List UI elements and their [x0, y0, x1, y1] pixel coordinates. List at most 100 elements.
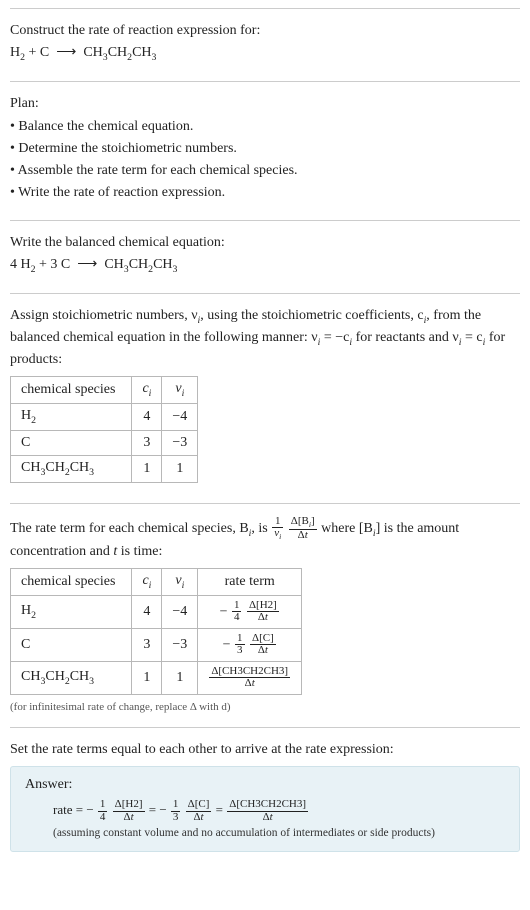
cell-species: C	[11, 430, 132, 455]
cell-vi: −4	[162, 404, 198, 431]
answer-assumption: (assuming constant volume and no accumul…	[53, 827, 505, 839]
cell-ci: 3	[132, 430, 162, 455]
stoich-section: Assign stoichiometric numbers, νi, using…	[10, 293, 520, 503]
num: Δ[Bi]	[289, 516, 317, 530]
den: Δt	[247, 612, 279, 624]
fraction: Δ[CH3CH2CH3]Δt	[209, 666, 290, 690]
table-row: CH3CH2CH3 1 1	[11, 455, 198, 482]
cell-species: H2	[11, 595, 132, 628]
col-rate: rate term	[198, 568, 302, 595]
answer-box: Answer: rate = − 14 Δ[H2]Δt = − 13 Δ[C]Δ…	[10, 766, 520, 852]
cell-species: H2	[11, 404, 132, 431]
cell-ci: 1	[132, 661, 162, 694]
text: The rate term for each chemical species,…	[10, 521, 249, 536]
den: 4	[98, 812, 108, 824]
cell-species: CH3CH2CH3	[11, 455, 132, 482]
stoich-table: chemical species ci νi H2 4 −4 C 3 −3 CH…	[10, 376, 198, 482]
col-species: chemical species	[11, 377, 132, 404]
fraction: 14	[232, 600, 242, 624]
neg: −	[220, 604, 228, 619]
plan-item: Balance the chemical equation.	[10, 117, 520, 137]
den: 3	[235, 645, 245, 657]
cell-ci: 3	[132, 628, 162, 661]
col-ci: ci	[132, 568, 162, 595]
fraction: Δ[C]Δt	[250, 633, 276, 657]
text: where [B	[321, 521, 373, 536]
text: is time:	[117, 544, 162, 559]
table-row: H2 4 −4	[11, 404, 198, 431]
prompt-section: Construct the rate of reaction expressio…	[10, 8, 520, 81]
prompt-title: Construct the rate of reaction expressio…	[10, 21, 520, 41]
cell-vi: −3	[162, 628, 198, 661]
cell-species: C	[11, 628, 132, 661]
fraction: 1νi	[272, 516, 283, 542]
table-row: C 3 −3	[11, 430, 198, 455]
eq: =	[216, 802, 227, 817]
cell-vi: −3	[162, 430, 198, 455]
cell-species: CH3CH2CH3	[11, 661, 132, 694]
den: Δt	[113, 812, 145, 824]
table-row: C 3 −3 − 13 Δ[C]Δt	[11, 628, 302, 661]
num: Δ[H2]	[113, 799, 145, 812]
balanced-heading: Write the balanced chemical equation:	[10, 233, 520, 253]
num: 1	[98, 799, 108, 812]
plan-section: Plan: Balance the chemical equation. Det…	[10, 81, 520, 219]
num: Δ[CH3CH2CH3]	[227, 799, 308, 812]
answer-label: Answer:	[25, 777, 505, 793]
rate-word: rate	[53, 802, 72, 817]
plan-item: Assemble the rate term for each chemical…	[10, 161, 520, 181]
rate-expression: rate = − 14 Δ[H2]Δt = − 13 Δ[C]Δt = Δ[CH…	[53, 799, 505, 823]
num: 1	[171, 799, 181, 812]
fraction: Δ[H2]Δt	[113, 799, 145, 823]
table-header-row: chemical species ci νi rate term	[11, 568, 302, 595]
col-vi: νi	[162, 377, 198, 404]
text: , is	[251, 521, 271, 536]
den: 3	[171, 812, 181, 824]
text: for reactants and ν	[352, 330, 459, 345]
rateterm-table: chemical species ci νi rate term H2 4 −4…	[10, 568, 302, 695]
cell-rate: − 14 Δ[H2]Δt	[198, 595, 302, 628]
eq: = −	[149, 802, 167, 817]
fraction: 13	[171, 799, 181, 823]
plan-item: Determine the stoichiometric numbers.	[10, 139, 520, 159]
prompt-equation: H2 + C ⟶ CH3CH2CH3	[10, 43, 520, 65]
col-ci: ci	[132, 377, 162, 404]
balanced-section: Write the balanced chemical equation: 4 …	[10, 220, 520, 293]
rateterm-note: (for infinitesimal rate of change, repla…	[10, 701, 520, 713]
table-header-row: chemical species ci νi	[11, 377, 198, 404]
text: , using the stoichiometric coefficients,…	[200, 308, 423, 323]
table-row: H2 4 −4 − 14 Δ[H2]Δt	[11, 595, 302, 628]
col-vi: νi	[162, 568, 198, 595]
stoich-intro: Assign stoichiometric numbers, νi, using…	[10, 306, 520, 370]
balanced-equation: 4 H2 + 3 C ⟶ CH3CH2CH3	[10, 255, 520, 277]
cell-vi: −4	[162, 595, 198, 628]
fraction: Δ[H2]Δt	[247, 600, 279, 624]
text: = c	[461, 330, 482, 345]
final-heading: Set the rate terms equal to each other t…	[10, 740, 520, 760]
cell-rate: Δ[CH3CH2CH3]Δt	[198, 661, 302, 694]
den: Δt	[227, 812, 308, 824]
eq: = −	[72, 802, 93, 817]
text: Assign stoichiometric numbers, ν	[10, 308, 198, 323]
rateterm-intro: The rate term for each chemical species,…	[10, 516, 520, 562]
fraction: Δ[C]Δt	[186, 799, 212, 823]
final-section: Set the rate terms equal to each other t…	[10, 727, 520, 866]
neg: −	[223, 637, 231, 652]
cell-rate: − 13 Δ[C]Δt	[198, 628, 302, 661]
plan-item: Write the rate of reaction expression.	[10, 183, 520, 203]
cell-vi: 1	[162, 661, 198, 694]
fraction: Δ[CH3CH2CH3]Δt	[227, 799, 308, 823]
den: νi	[272, 528, 283, 541]
text: = −c	[320, 330, 349, 345]
cell-ci: 4	[132, 595, 162, 628]
fraction: Δ[Bi]Δt	[289, 516, 317, 542]
den: 4	[232, 612, 242, 624]
plan-heading: Plan:	[10, 94, 520, 114]
table-row: CH3CH2CH3 1 1 Δ[CH3CH2CH3]Δt	[11, 661, 302, 694]
fraction: 13	[235, 633, 245, 657]
cell-ci: 1	[132, 455, 162, 482]
cell-ci: 4	[132, 404, 162, 431]
den: Δt	[289, 530, 317, 542]
fraction: 14	[98, 799, 108, 823]
num: Δ[C]	[186, 799, 212, 812]
